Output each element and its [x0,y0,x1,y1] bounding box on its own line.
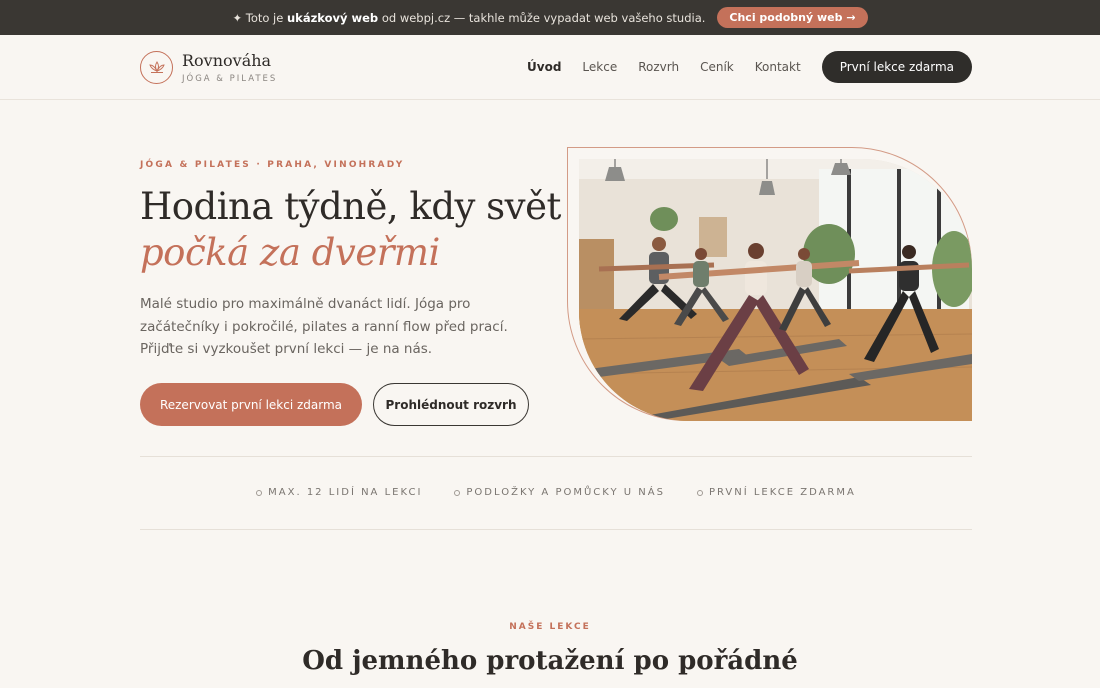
first-lesson-button[interactable]: První lekce zdarma [821,51,972,83]
brand[interactable]: Rovnováha JÓGA & PILATES [140,50,278,84]
section-eyebrow: NAŠE LEKCE [509,622,591,632]
features-strip: MAX. 12 LIDÍ NA LEKCI PODLOŽKY A POMŮCKY… [140,487,972,498]
nav-item-rozvrh[interactable]: Rozvrh [638,60,679,74]
lotus-icon [140,50,173,84]
feature-label: MAX. 12 LIDÍ NA LEKCI [268,487,423,498]
promo-prefix: ✦ Toto je [232,10,284,25]
circle-icon [256,489,263,496]
promo-suffix: od webpj.cz — takhle může vypadat web va… [381,10,706,25]
promo-bold: ukázkový web [286,10,379,25]
section-title: Od jemného protažení po pořádné [302,646,798,676]
view-schedule-button[interactable]: Prohlédnout rozvrh [373,383,529,426]
promo-bar: ✦ Toto je ukázkový web od webpj.cz — tak… [0,0,1100,35]
nav-item-lekce[interactable]: Lekce [582,60,617,74]
hero-title-line1: Hodina týdně, kdy svět [140,185,561,228]
feature-item: PRVNÍ LEKCE ZDARMA [696,487,856,498]
brand-name: Rovnováha [182,50,272,70]
hero-image [579,159,972,421]
feature-label: PODLOŽKY A POMŮCKY U NÁS [466,487,665,498]
book-free-lesson-button[interactable]: Rezervovat první lekci zdarma [140,383,362,426]
feature-item: MAX. 12 LIDÍ NA LEKCI [256,487,422,498]
hero-description: Malé studio pro maximálně dvanáct lidí. … [140,296,508,357]
site-header: Rovnováha JÓGA & PILATES Úvod Lekce Rozv… [0,35,1100,100]
divider-bottom [140,529,972,530]
nav-item-uvod[interactable]: Úvod [527,60,561,74]
hero-title-line2: počká za dveřmi [140,231,440,274]
main-nav: Úvod Lekce Rozvrh Ceník Kontakt První le… [527,51,972,83]
brand-tagline: JÓGA & PILATES [182,73,278,84]
feature-item: PODLOŽKY A POMŮCKY U NÁS [454,487,665,498]
promo-cta-button[interactable]: Chci podobný web → [717,7,868,28]
divider-top [140,456,972,457]
feature-label: PRVNÍ LEKCE ZDARMA [708,487,856,498]
circle-icon [696,489,703,496]
nav-item-cenik[interactable]: Ceník [700,60,734,74]
nav-item-kontakt[interactable]: Kontakt [755,60,801,74]
circle-icon [454,489,461,496]
hero-title: Hodina týdně, kdy svět počká za dveřmi [140,184,561,276]
hero-eyebrow: JÓGA & PILATES · PRAHA, VINOHRADY [140,160,405,170]
promo-text: ✦ Toto je ukázkový web od webpj.cz — tak… [232,11,705,25]
